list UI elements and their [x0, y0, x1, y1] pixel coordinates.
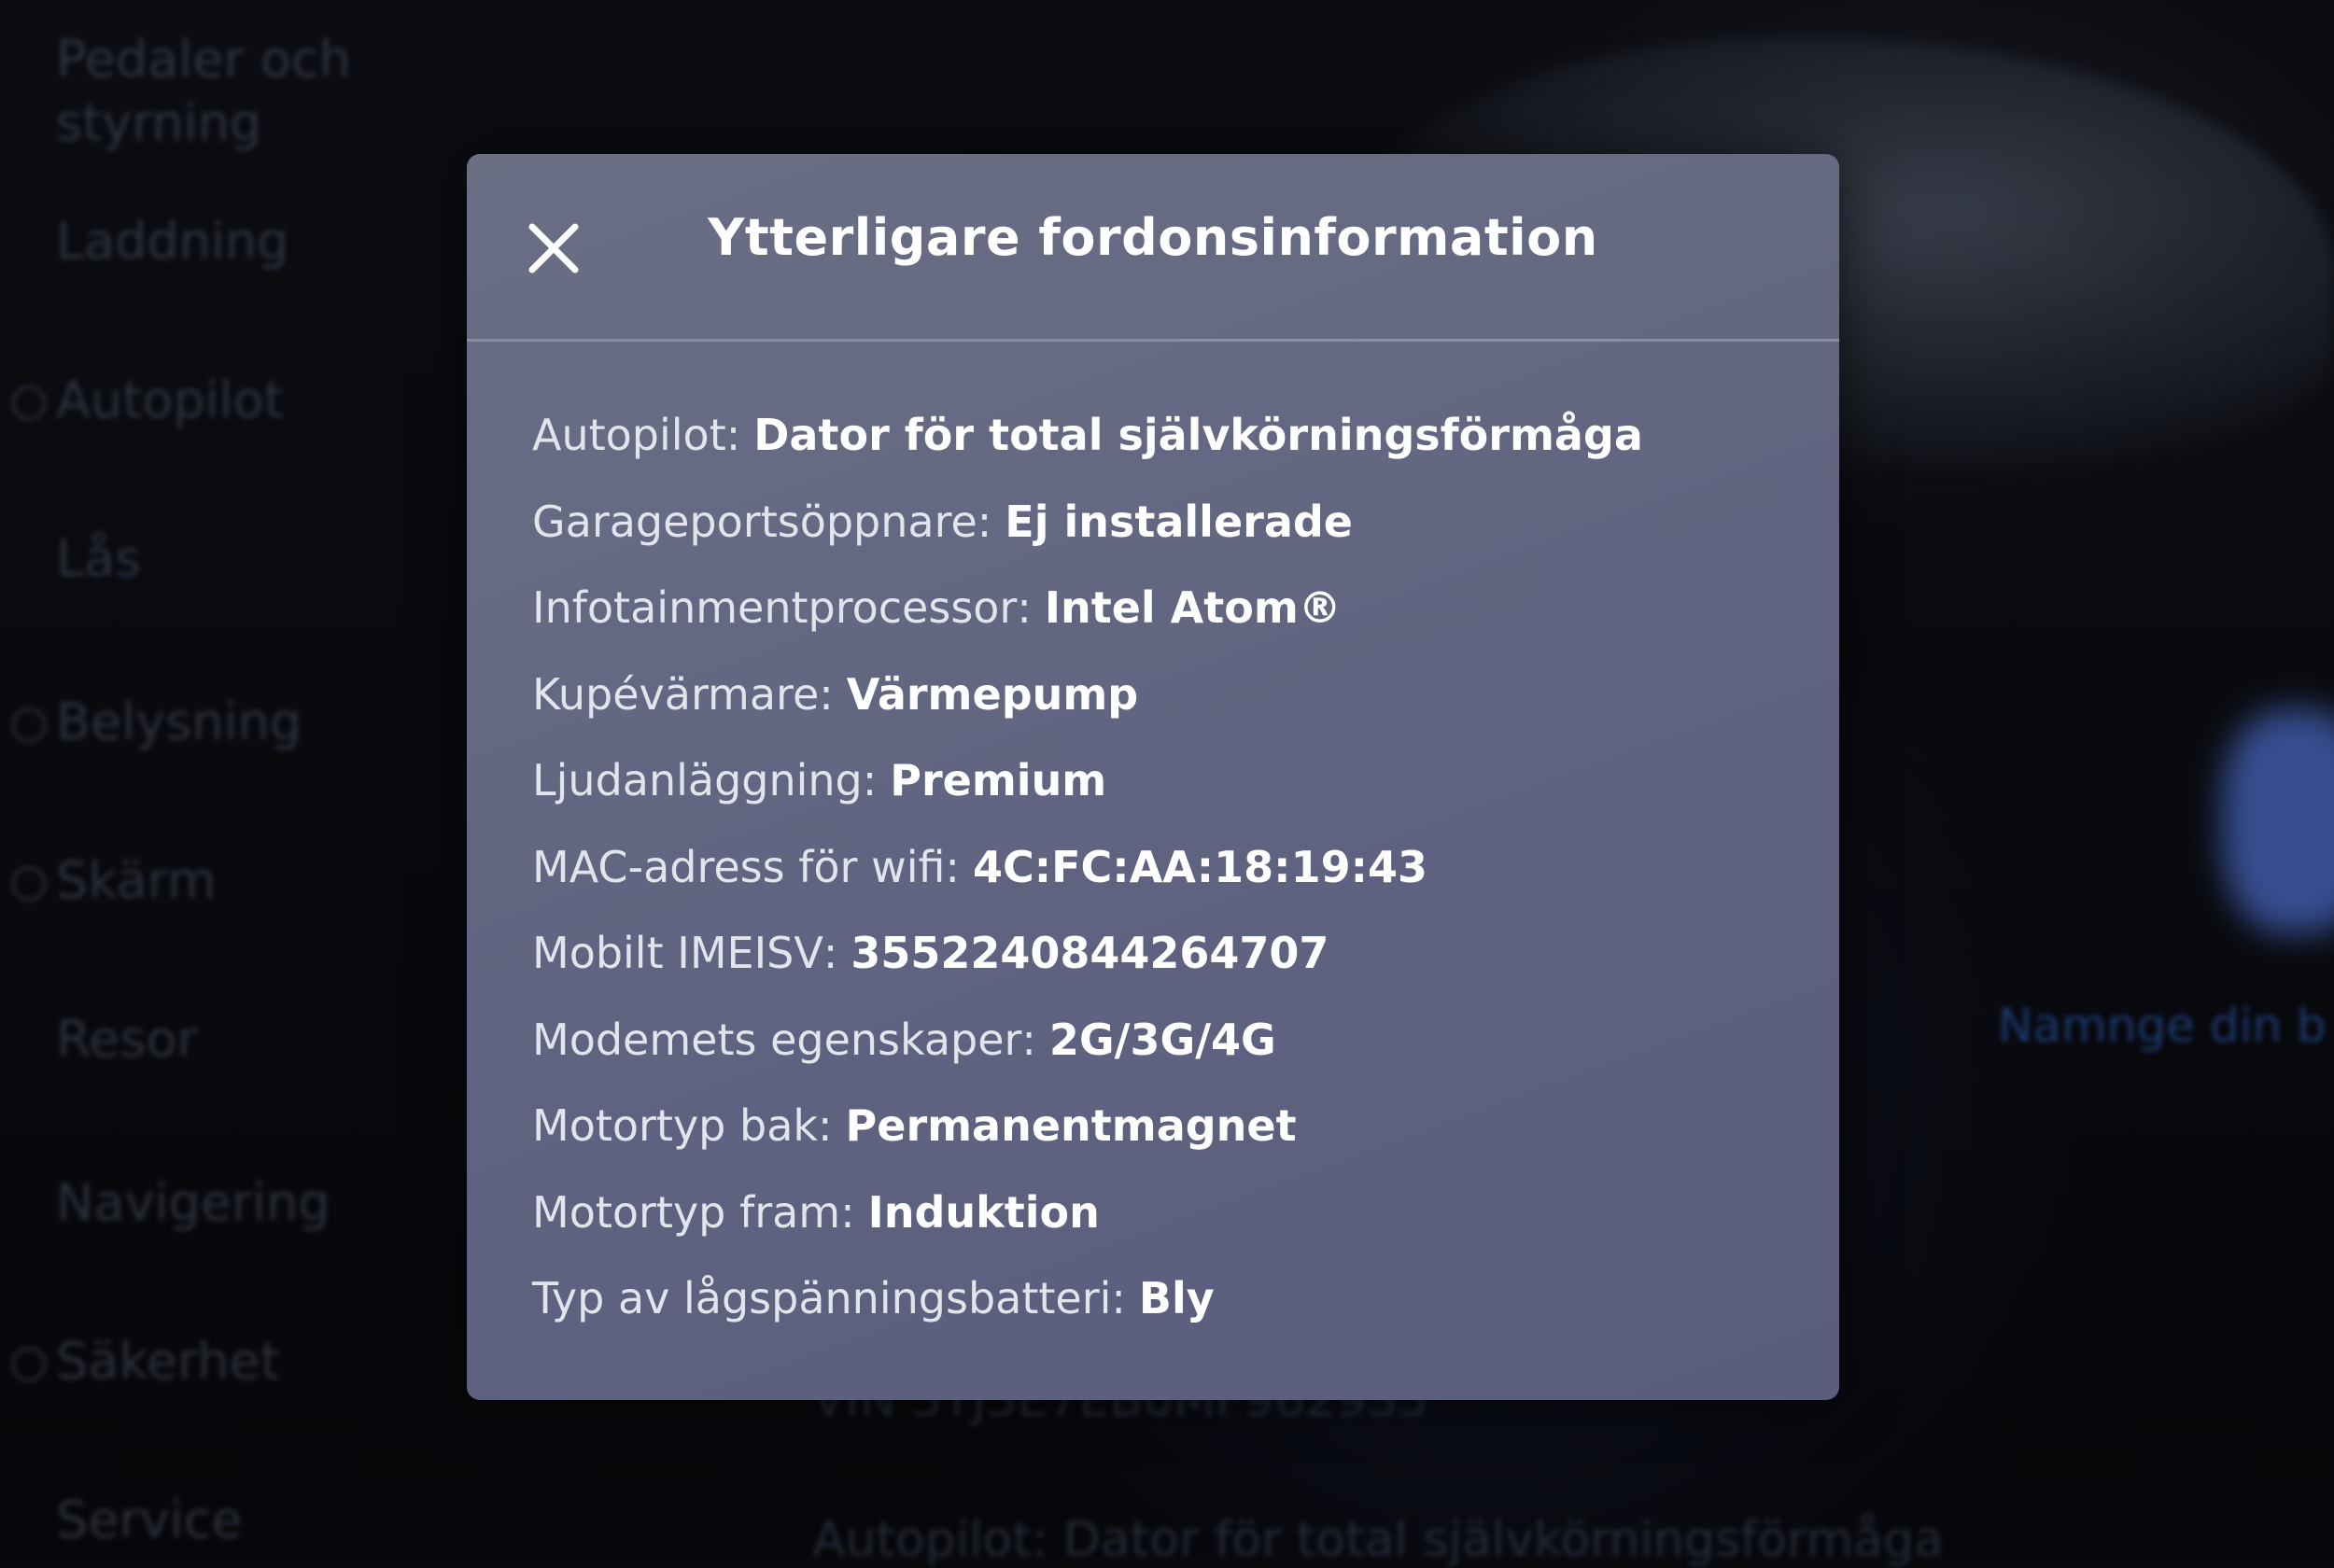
info-row-imeisv: Mobilt IMEISV:3552240844264707: [532, 910, 1802, 997]
info-label: Motortyp bak: [532, 1100, 819, 1152]
info-row-audio: Ljudanläggning: Premium: [532, 737, 1802, 824]
info-value: Dator för total självkörningsförmåga: [753, 410, 1643, 461]
steering-wheel-icon: [11, 385, 47, 421]
info-separator: :: [840, 1186, 855, 1238]
name-vehicle-link[interactable]: Namnge din b: [1998, 999, 2327, 1053]
info-separator: :: [945, 841, 960, 892]
sidebar-item-service[interactable]: Service: [56, 1489, 467, 1552]
sidebar-item-locks[interactable]: Lås: [56, 527, 467, 591]
info-separator: :: [819, 668, 834, 720]
info-label: MAC-adress för wifi: [532, 841, 946, 892]
info-separator: :: [823, 928, 838, 979]
sidebar-item-charging[interactable]: Laddning: [56, 210, 467, 273]
info-separator: :: [862, 755, 878, 806]
info-label: Ljudanläggning: [532, 755, 863, 806]
info-row-garage-door: Garageportsöppnare: Ej installerade: [532, 479, 1802, 566]
background-autopilot-text: Autopilot: Dator för total självkörnings…: [812, 1512, 1944, 1568]
sidebar-item-label: Pedaler och styrning: [56, 28, 351, 155]
sidebar-item-label: Säkerhet: [56, 1332, 280, 1391]
info-value: Premium: [890, 755, 1107, 806]
info-label: Garageportsöppnare: [532, 496, 977, 547]
info-row-infotainment: Infotainmentprocessor: Intel Atom®: [532, 565, 1802, 651]
sidebar-item-label: Resor: [56, 1010, 198, 1069]
blurred-blue-shape: [2222, 709, 2334, 933]
sidebar-item-pedals[interactable]: Pedaler och styrning: [56, 28, 467, 155]
sidebar-item-autopilot[interactable]: Autopilot: [11, 369, 467, 432]
info-value: 3552240844264707: [851, 928, 1329, 979]
close-icon: [528, 223, 579, 273]
info-separator: :: [725, 410, 741, 461]
info-separator: :: [1111, 1273, 1126, 1324]
sidebar-item-safety[interactable]: Säkerhet: [11, 1330, 467, 1393]
settings-sidebar: Pedaler och styrning Laddning Autopilot …: [0, 0, 448, 1556]
sidebar-item-display[interactable]: Skärm: [11, 849, 467, 913]
info-value: 4C:FC:AA:18:19:43: [972, 841, 1427, 892]
info-separator: :: [1017, 582, 1032, 634]
display-icon: [11, 866, 47, 902]
modal-header: Ytterligare fordonsinformation: [467, 154, 1839, 342]
info-value: 2G/3G/4G: [1048, 1014, 1276, 1065]
info-row-modem: Modemets egenskaper:2G/3G/4G: [532, 997, 1802, 1084]
sidebar-item-navigation[interactable]: Navigering: [56, 1171, 467, 1235]
sidebar-item-label: Lås: [56, 529, 142, 588]
info-value: Induktion: [867, 1186, 1100, 1238]
safety-icon: [11, 1347, 47, 1382]
info-label: Kupévärmare: [532, 668, 820, 720]
sidebar-item-label: Skärm: [56, 851, 217, 910]
sidebar-item-label: Autopilot: [56, 371, 284, 429]
sidebar-item-trips[interactable]: Resor: [56, 1008, 467, 1071]
info-separator: :: [977, 496, 992, 547]
info-value: Permanentmagnet: [845, 1100, 1297, 1152]
vehicle-info-modal: Ytterligare fordonsinformation Autopilot…: [467, 154, 1839, 1400]
info-row-rear-motor: Motortyp bak: Permanentmagnet: [532, 1083, 1802, 1169]
info-value: Ej installerade: [1005, 496, 1353, 547]
sidebar-item-label-line2: styrning: [56, 93, 262, 152]
info-label: Mobilt IMEISV: [532, 928, 823, 979]
info-separator: :: [818, 1100, 833, 1152]
info-label: Typ av lågspänningsbatteri: [532, 1273, 1112, 1324]
sidebar-item-label: Navigering: [56, 1173, 330, 1232]
info-row-front-motor: Motortyp fram: Induktion: [532, 1169, 1802, 1256]
sidebar-item-label: Laddning: [56, 212, 289, 271]
info-row-wifi-mac: MAC-adress för wifi:4C:FC:AA:18:19:43: [532, 824, 1802, 911]
info-separator: :: [1021, 1014, 1036, 1065]
sidebar-item-label: Service: [56, 1491, 243, 1549]
vehicle-info-list: Autopilot: Dator för total självkörningsf…: [532, 392, 1802, 1342]
info-label: Modemets egenskaper: [532, 1014, 1022, 1065]
close-button[interactable]: [523, 217, 584, 279]
sidebar-item-label-line1: Pedaler och: [56, 30, 351, 89]
info-value: Intel Atom®: [1044, 582, 1342, 634]
info-label: Infotainmentprocessor: [532, 582, 1018, 634]
modal-title: Ytterligare fordonsinformation: [708, 208, 1598, 267]
info-label: Motortyp fram: [532, 1186, 841, 1238]
sidebar-item-label: Belysning: [56, 693, 302, 751]
info-row-autopilot: Autopilot: Dator för total självkörningsf…: [532, 392, 1802, 479]
info-row-cabin-heater: Kupévärmare: Värmepump: [532, 651, 1802, 738]
light-icon: [11, 707, 47, 743]
sidebar-item-lighting[interactable]: Belysning: [11, 691, 467, 754]
info-value: Bly: [1138, 1273, 1215, 1324]
info-label: Autopilot: [532, 410, 726, 461]
info-row-low-voltage-battery: Typ av lågspänningsbatteri: Bly: [532, 1255, 1802, 1342]
info-value: Värmepump: [846, 668, 1139, 720]
